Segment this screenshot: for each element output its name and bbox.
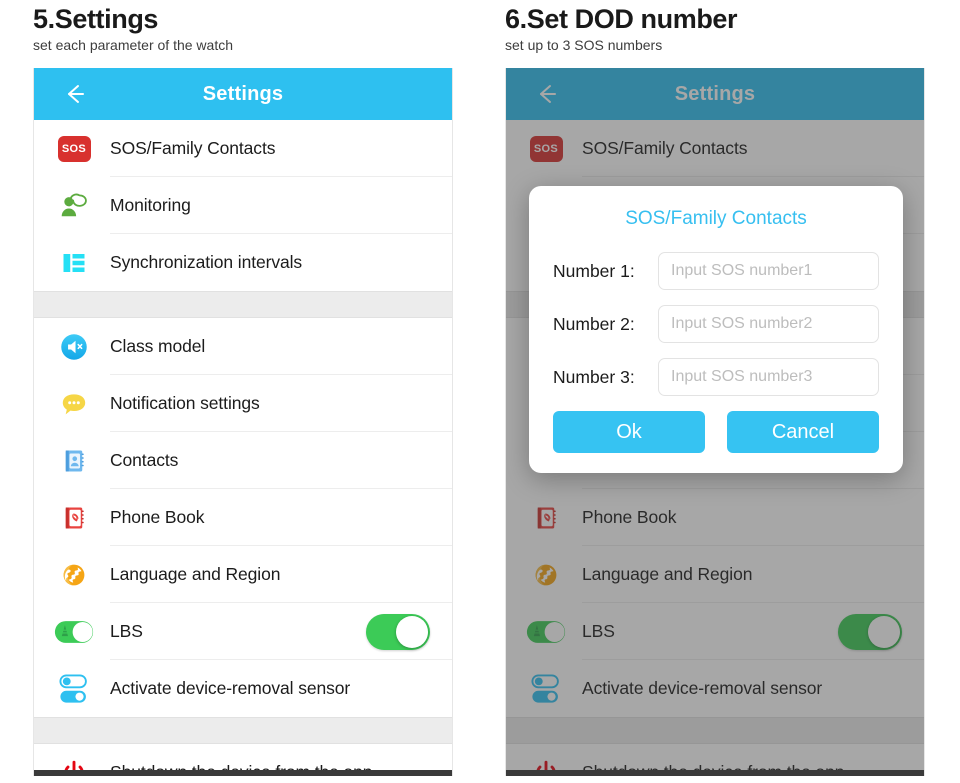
- sos-number-3-label: Number 3:: [553, 366, 635, 387]
- list-item-notification-settings[interactable]: Notification settings: [34, 375, 452, 432]
- group-separator: [34, 717, 452, 744]
- left-caption-title: 5.Settings: [33, 4, 159, 34]
- mute-speaker-icon: [54, 327, 94, 367]
- list-item-label: Language and Region: [110, 564, 281, 584]
- list-item-sos-family-contacts[interactable]: SOS SOS/Family Contacts: [34, 120, 452, 177]
- list-item-label: Notification settings: [110, 393, 260, 413]
- sos-number-3-placeholder: Input SOS number3: [671, 368, 813, 385]
- list-item-monitoring[interactable]: Monitoring: [34, 177, 452, 234]
- left-caption: 5.Settings set each parameter of the wat…: [33, 4, 233, 54]
- group-separator: [34, 291, 452, 318]
- list-item-synchronization-intervals[interactable]: Synchronization intervals: [34, 234, 452, 291]
- right-caption: 6.Set DOD number set up to 3 SOS numbers: [505, 4, 738, 54]
- list-item-language-and-region[interactable]: Language and Region: [34, 546, 452, 603]
- list-item-label: Phone Book: [110, 507, 205, 527]
- sos-badge-icon: SOS: [54, 129, 94, 169]
- list-item-contacts[interactable]: Contacts: [34, 432, 452, 489]
- settings-list: SOS SOS/Family Contacts Monitoring Synch…: [34, 120, 452, 776]
- back-arrow-icon[interactable]: [62, 81, 88, 107]
- list-item-label: Synchronization intervals: [110, 252, 303, 272]
- list-item-activate-device-removal-sensor[interactable]: Activate device-removal sensor: [34, 660, 452, 717]
- phone-book-icon: [54, 498, 94, 538]
- monitoring-person-icon: [54, 186, 94, 226]
- left-caption-subtitle: set each parameter of the watch: [33, 37, 233, 53]
- settings-screen-panel: Settings SOS SOS/Family Contacts Monitor…: [33, 68, 453, 776]
- list-item-label: Activate device-removal sensor: [110, 678, 351, 698]
- toggle-knob: [396, 615, 428, 648]
- list-item-phone-book[interactable]: Phone Book: [34, 489, 452, 546]
- sos-number-1-field-row: Number 1: Input SOS number1: [553, 252, 879, 290]
- list-item-lbs[interactable]: LBS: [34, 603, 452, 660]
- list-item-label: Class model: [110, 336, 206, 356]
- screenshot-root: 5.Settings set each parameter of the wat…: [0, 0, 960, 783]
- sos-number-1-label: Number 1:: [553, 260, 635, 281]
- sos-number-2-input[interactable]: Input SOS number2: [658, 305, 879, 343]
- panel-bottom-bar: [34, 770, 452, 776]
- sensor-toggles-icon: [54, 669, 94, 709]
- sos-dialog-panel: Settings SOS SOS/Family Contacts Monitor…: [505, 68, 925, 776]
- sos-number-3-input[interactable]: Input SOS number3: [658, 358, 879, 396]
- address-book-icon: [54, 441, 94, 481]
- panel-bottom-bar: [506, 770, 924, 776]
- sos-number-2-field-row: Number 2: Input SOS number2: [553, 305, 879, 343]
- cancel-button[interactable]: Cancel: [727, 411, 879, 453]
- ok-button[interactable]: Ok: [553, 411, 705, 453]
- sos-number-2-label: Number 2:: [553, 313, 635, 334]
- sos-family-contacts-dialog: SOS/Family Contacts Number 1: Input SOS …: [529, 186, 903, 473]
- settings-screen-inner: Settings SOS SOS/Family Contacts Monitor…: [34, 68, 452, 776]
- app-bar-title: Settings: [202, 82, 284, 105]
- right-caption-subtitle: set up to 3 SOS numbers: [505, 37, 663, 53]
- list-item-label: Monitoring: [110, 195, 191, 215]
- list-item-class-model[interactable]: Class model: [34, 318, 452, 375]
- sos-number-1-input[interactable]: Input SOS number1: [658, 252, 879, 290]
- sos-number-2-placeholder: Input SOS number2: [671, 315, 813, 332]
- globe-icon: [54, 555, 94, 595]
- list-item-label: SOS/Family Contacts: [110, 138, 276, 158]
- app-bar: Settings: [34, 68, 452, 120]
- lbs-toggle-icon: [54, 612, 94, 652]
- sos-number-1-placeholder: Input SOS number1: [671, 262, 813, 279]
- list-item-label: Contacts: [110, 450, 179, 470]
- sos-dialog-inner: Settings SOS SOS/Family Contacts Monitor…: [506, 68, 924, 776]
- lbs-toggle-switch[interactable]: [366, 613, 430, 650]
- dialog-actions: Ok Cancel: [553, 411, 879, 453]
- sos-number-3-field-row: Number 3: Input SOS number3: [553, 358, 879, 396]
- sync-intervals-icon: [54, 243, 94, 283]
- dialog-title: SOS/Family Contacts: [625, 208, 807, 229]
- right-caption-title: 6.Set DOD number: [505, 4, 738, 34]
- chat-bubble-icon: [54, 384, 94, 424]
